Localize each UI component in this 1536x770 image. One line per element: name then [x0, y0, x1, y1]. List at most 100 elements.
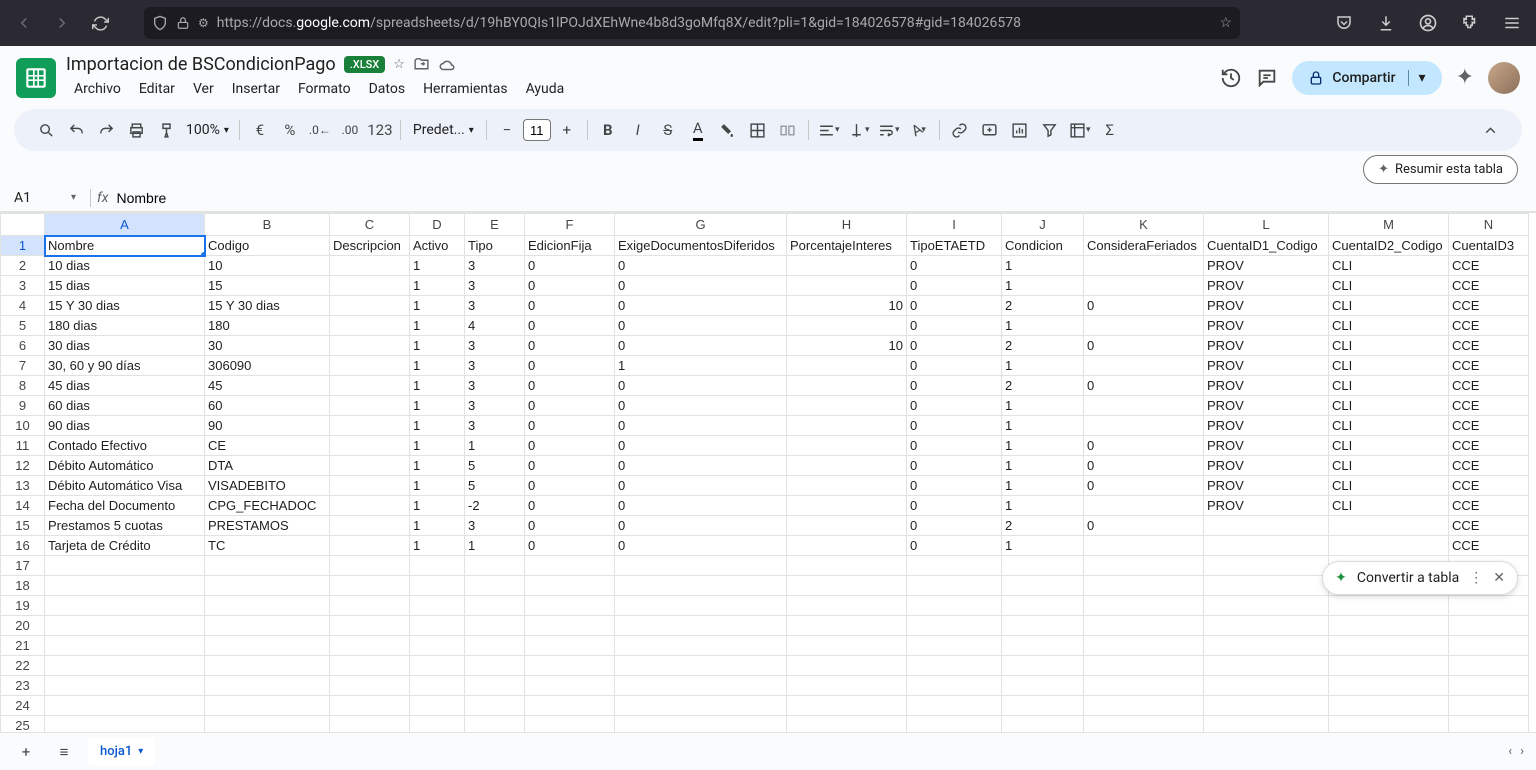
- strikethrough-icon[interactable]: S: [654, 116, 682, 144]
- cell[interactable]: [615, 616, 787, 636]
- cell[interactable]: [787, 576, 907, 596]
- cell[interactable]: 3: [465, 256, 525, 276]
- cell[interactable]: 0: [525, 256, 615, 276]
- cell[interactable]: PROV: [1204, 296, 1329, 316]
- cell[interactable]: TipoETAETD: [907, 236, 1002, 256]
- cell[interactable]: [330, 436, 410, 456]
- cell[interactable]: PROV: [1204, 416, 1329, 436]
- move-icon[interactable]: [413, 56, 430, 73]
- cell[interactable]: CCE: [1449, 276, 1529, 296]
- tab-next-icon[interactable]: ›: [1520, 744, 1524, 759]
- cell[interactable]: 3: [465, 396, 525, 416]
- cell[interactable]: [787, 556, 907, 576]
- cell[interactable]: [787, 616, 907, 636]
- font-size-input[interactable]: [523, 119, 551, 141]
- cell[interactable]: [330, 456, 410, 476]
- cell[interactable]: 2: [1002, 376, 1084, 396]
- cell[interactable]: Activo: [410, 236, 465, 256]
- col-header-E[interactable]: E: [465, 214, 525, 236]
- cell[interactable]: [45, 616, 205, 636]
- cell[interactable]: 3: [465, 356, 525, 376]
- number-format-dropdown[interactable]: 123: [366, 116, 394, 144]
- cell[interactable]: [205, 636, 330, 656]
- cell[interactable]: 15: [205, 276, 330, 296]
- row-header[interactable]: 17: [1, 556, 45, 576]
- cell[interactable]: 1: [1002, 276, 1084, 296]
- cell[interactable]: 0: [615, 496, 787, 516]
- row-header[interactable]: 2: [1, 256, 45, 276]
- collapse-toolbar-icon[interactable]: [1476, 116, 1504, 144]
- cell[interactable]: CLI: [1329, 396, 1449, 416]
- col-header-I[interactable]: I: [907, 214, 1002, 236]
- cell[interactable]: [330, 296, 410, 316]
- cell[interactable]: [525, 616, 615, 636]
- history-icon[interactable]: [1220, 67, 1242, 89]
- cell[interactable]: [465, 576, 525, 596]
- cell[interactable]: [787, 256, 907, 276]
- cell[interactable]: [410, 616, 465, 636]
- cell[interactable]: [205, 596, 330, 616]
- cell[interactable]: Codigo: [205, 236, 330, 256]
- cell[interactable]: [330, 476, 410, 496]
- cell[interactable]: [1329, 636, 1449, 656]
- cell[interactable]: [330, 676, 410, 696]
- row-header[interactable]: 18: [1, 576, 45, 596]
- cell[interactable]: 0: [525, 496, 615, 516]
- cell[interactable]: 60 dias: [45, 396, 205, 416]
- menu-ayuda[interactable]: Ayuda: [518, 77, 573, 101]
- cell[interactable]: 0: [907, 476, 1002, 496]
- cell[interactable]: [330, 396, 410, 416]
- cell[interactable]: [1002, 676, 1084, 696]
- cell[interactable]: CE: [205, 436, 330, 456]
- menu-ver[interactable]: Ver: [185, 77, 222, 101]
- cell[interactable]: [45, 696, 205, 716]
- doc-title[interactable]: Importacion de BSCondicionPago: [66, 54, 336, 75]
- cell[interactable]: [1084, 636, 1204, 656]
- cell[interactable]: [1329, 616, 1449, 636]
- cell[interactable]: 45: [205, 376, 330, 396]
- cell[interactable]: [1204, 536, 1329, 556]
- cell[interactable]: [525, 696, 615, 716]
- cell[interactable]: 0: [1084, 376, 1204, 396]
- cell[interactable]: EdicionFija: [525, 236, 615, 256]
- cell[interactable]: [1084, 676, 1204, 696]
- cell[interactable]: [410, 556, 465, 576]
- cell[interactable]: 0: [1084, 456, 1204, 476]
- cell[interactable]: [615, 596, 787, 616]
- insert-chart-icon[interactable]: [1006, 116, 1034, 144]
- cell[interactable]: [330, 336, 410, 356]
- cell[interactable]: [45, 636, 205, 656]
- col-header-K[interactable]: K: [1084, 214, 1204, 236]
- cell[interactable]: [465, 696, 525, 716]
- cell[interactable]: CuentaID1_Codigo: [1204, 236, 1329, 256]
- cell[interactable]: [787, 456, 907, 476]
- row-header[interactable]: 22: [1, 656, 45, 676]
- cell[interactable]: [465, 676, 525, 696]
- download-icon[interactable]: [1372, 9, 1400, 37]
- cell[interactable]: [465, 596, 525, 616]
- col-header-N[interactable]: N: [1449, 214, 1529, 236]
- cell[interactable]: 0: [615, 336, 787, 356]
- cell[interactable]: [330, 556, 410, 576]
- cell[interactable]: 0: [615, 476, 787, 496]
- cell[interactable]: [330, 656, 410, 676]
- cell[interactable]: [1002, 636, 1084, 656]
- cell[interactable]: [410, 576, 465, 596]
- cell[interactable]: 0: [525, 416, 615, 436]
- cell[interactable]: CLI: [1329, 296, 1449, 316]
- cell[interactable]: [1084, 416, 1204, 436]
- wrap-icon[interactable]: ▾: [875, 116, 903, 144]
- cell[interactable]: 0: [1084, 516, 1204, 536]
- cell[interactable]: 5: [465, 456, 525, 476]
- cell[interactable]: 0: [907, 396, 1002, 416]
- cell[interactable]: 5: [465, 476, 525, 496]
- cell[interactable]: [1084, 356, 1204, 376]
- menu-datos[interactable]: Datos: [361, 77, 413, 101]
- cell[interactable]: [410, 656, 465, 676]
- cell[interactable]: [1204, 576, 1329, 596]
- cell[interactable]: 4: [465, 316, 525, 336]
- cell[interactable]: CLI: [1329, 436, 1449, 456]
- cell[interactable]: [1449, 696, 1529, 716]
- cell[interactable]: 1: [1002, 416, 1084, 436]
- menu-archivo[interactable]: Archivo: [66, 77, 129, 101]
